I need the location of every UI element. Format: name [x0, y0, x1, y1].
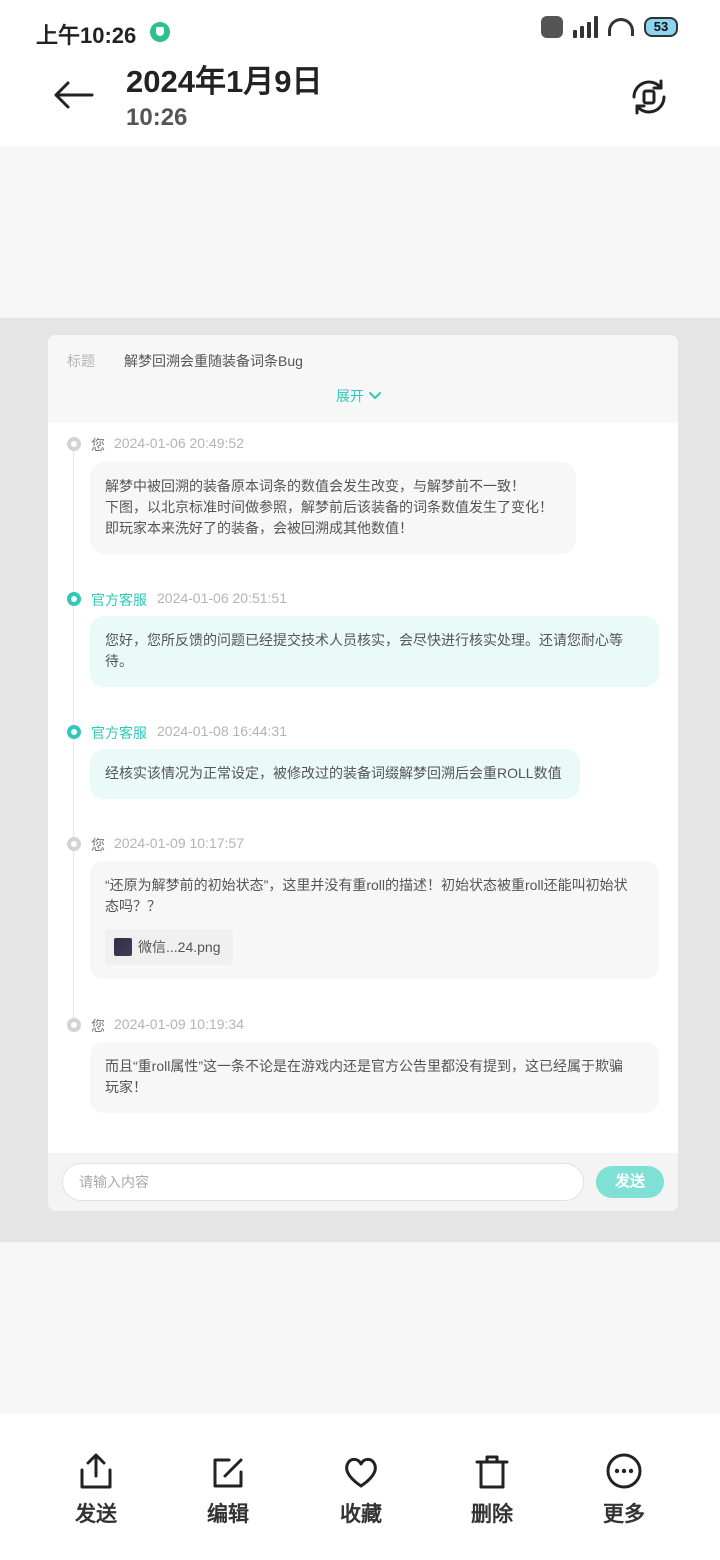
message-author: 您	[91, 437, 105, 453]
back-button[interactable]	[48, 72, 98, 118]
edit-icon	[213, 1458, 243, 1488]
timeline-dot	[67, 837, 81, 851]
chevron-down-icon	[369, 392, 381, 399]
message-timestamp: 2024-01-06 20:51:51	[157, 590, 287, 606]
message-bubble: 解梦中被回溯的装备原本词条的数值会发生改变，与解梦前不一致！ 下图，以北京标准时…	[90, 462, 576, 554]
rotate-icon[interactable]	[628, 76, 670, 118]
message-timestamp: 2024-01-08 16:44:31	[157, 723, 287, 739]
bottom-toolbar: 发送 编辑 收藏 删除 更多	[0, 1414, 720, 1560]
reply-bar: 请输入内容 发送	[48, 1153, 678, 1211]
message-bubble: 您好，您所反馈的问题已经提交技术人员核实，会尽快进行核实处理。还请您耐心等 待。	[90, 616, 659, 687]
message-line: 下图，以北京标准时间做参照，解梦前后该装备的词条数值发生了变化！	[105, 499, 553, 515]
status-icons: 53	[541, 16, 678, 38]
message-timestamp: 2024-01-09 10:17:57	[114, 835, 244, 851]
message-line: 而且“重roll属性”这一条不论是在游戏内还是官方公告里都没有提到，这已经属于欺…	[105, 1058, 623, 1074]
message-author: 官方客服	[91, 725, 147, 741]
trash-icon	[475, 1455, 509, 1489]
share-label: 发送	[75, 1503, 117, 1526]
message-bubble: 而且“重roll属性”这一条不论是在游戏内还是官方公告里都没有提到，这已经属于欺…	[90, 1042, 659, 1113]
favorite-label: 收藏	[340, 1503, 382, 1526]
expand-button[interactable]: 展开	[336, 386, 382, 406]
status-time: 上午10:26	[36, 23, 137, 48]
send-reply-button[interactable]: 发送	[596, 1166, 664, 1198]
title-value: 解梦回溯会重随装备词条Bug	[124, 353, 303, 369]
reply-input[interactable]: 请输入内容	[62, 1163, 584, 1201]
ticket-card: 标题 解梦回溯会重随装备词条Bug 展开 您 2024-01-06 20:49:…	[48, 335, 678, 1211]
attachment-filename: 微信...24.png	[138, 939, 221, 955]
expand-label: 展开	[336, 388, 364, 404]
message-line: 您好，您所反馈的问题已经提交技术人员核实，会尽快进行核实处理。还请您耐心等	[105, 632, 623, 648]
edit-label: 编辑	[207, 1503, 249, 1526]
timeline-dot	[67, 437, 81, 451]
heart-icon	[345, 1457, 377, 1488]
message-author: 官方客服	[91, 592, 147, 608]
message-line: 即玩家本来洗好了的装备，会被回溯成其他数值！	[105, 520, 413, 536]
delete-button[interactable]: 删除	[452, 1452, 532, 1528]
arrow-left-icon	[54, 81, 94, 109]
message-line: 态吗？？	[105, 898, 161, 914]
message-line: 待。	[105, 653, 133, 669]
more-button[interactable]: 更多	[584, 1452, 664, 1528]
message-author: 您	[91, 837, 105, 853]
message-line: 玩家！	[105, 1079, 147, 1095]
ticket-header: 标题 解梦回溯会重随装备词条Bug 展开	[48, 335, 678, 423]
wifi-icon	[608, 18, 634, 36]
message-timestamp: 2024-01-06 20:49:52	[114, 435, 244, 451]
title-label: 标题	[67, 353, 95, 369]
share-button[interactable]: 发送	[56, 1452, 136, 1528]
shield-icon	[150, 22, 170, 42]
more-icon	[606, 1453, 642, 1489]
message-line: “还原为解梦前的初始状态”，这里并没有重roll的描述！初始状态被重roll还能…	[105, 877, 628, 893]
delete-label: 删除	[471, 1503, 513, 1526]
message-line: 经核实该情况为正常设定，被修改过的装备词缀解梦回溯后会重ROLL数值	[105, 765, 562, 781]
battery-icon: 53	[644, 17, 678, 37]
message-bubble: 经核实该情况为正常设定，被修改过的装备词缀解梦回溯后会重ROLL数值	[90, 749, 580, 799]
share-icon	[80, 1453, 112, 1489]
attachment-chip[interactable]: 微信...24.png	[105, 929, 233, 965]
message-timestamp: 2024-01-09 10:19:34	[114, 1016, 244, 1032]
timeline-dot	[67, 725, 81, 739]
top-bar: 上午10:26 53 2024年1月9日 10:26	[0, 0, 720, 146]
page-title: 2024年1月9日	[126, 64, 323, 99]
signal-icon	[573, 16, 598, 38]
message-line: 解梦中被回溯的装备原本词条的数值会发生改变，与解梦前不一致！	[105, 478, 525, 494]
page-subtitle: 10:26	[126, 104, 188, 131]
image-thumbnail	[114, 938, 132, 956]
cat-icon	[541, 16, 563, 38]
timeline-dot	[67, 592, 81, 606]
edit-button[interactable]: 编辑	[188, 1452, 268, 1528]
message-author: 您	[91, 1018, 105, 1034]
favorite-button[interactable]: 收藏	[321, 1452, 401, 1528]
timeline-dot	[67, 1018, 81, 1032]
more-label: 更多	[603, 1503, 645, 1526]
